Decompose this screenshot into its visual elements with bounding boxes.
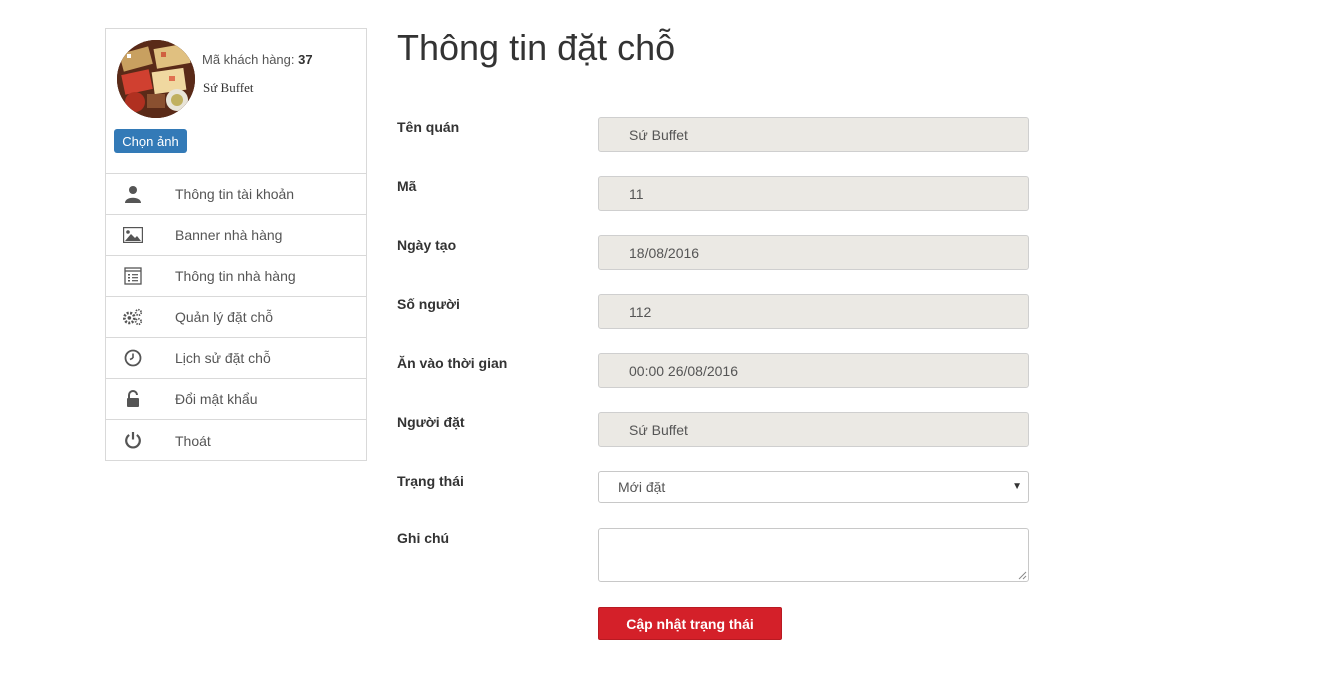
booking-code-label: Mã [397, 178, 417, 194]
chevron-down-icon: ▼ [1012, 481, 1022, 492]
created-date-field: 18/08/2016 [598, 235, 1029, 270]
sidebar-item-restaurant-banner[interactable]: Banner nhà hàng [106, 215, 366, 256]
customer-id-value: 37 [298, 52, 313, 67]
sidebar-item-booking-history[interactable]: Lịch sử đặt chỗ [106, 338, 366, 379]
customer-id-label: Mã khách hàng: [202, 52, 295, 67]
gears-icon [123, 307, 143, 327]
sidebar-item-label: Đổi mật khẩu [175, 391, 258, 407]
sidebar-item-logout[interactable]: Thoát [106, 420, 366, 461]
resize-grip-icon[interactable] [1018, 571, 1027, 580]
sidebar-item-change-password[interactable]: Đổi mật khẩu [106, 379, 366, 420]
choose-image-button[interactable]: Chọn ảnh [114, 129, 187, 153]
restaurant-name-label: Tên quán [397, 119, 460, 135]
sidebar: Mã khách hàng: 37 Sứ Buffet Chọn ảnh Thô… [105, 28, 367, 461]
sidebar-item-label: Thông tin tài khoản [175, 186, 295, 202]
update-status-button[interactable]: Cập nhật trạng thái [598, 607, 782, 640]
sidebar-item-restaurant-info[interactable]: Thông tin nhà hàng [106, 256, 366, 297]
booker-field: Sứ Buffet [598, 412, 1029, 447]
dining-time-field: 00:00 26/08/2016 [598, 353, 1029, 388]
note-label: Ghi chú [397, 530, 450, 546]
status-selected-value: Mới đặt [618, 479, 666, 495]
note-textarea[interactable] [598, 528, 1029, 582]
sidebar-menu: Thông tin tài khoản Banner nhà hàng Thôn… [106, 174, 366, 461]
avatar [117, 40, 195, 118]
sidebar-item-label: Thông tin nhà hàng [175, 268, 296, 284]
power-icon [123, 430, 143, 450]
guest-count-label: Số người [397, 296, 460, 312]
status-label: Trạng thái [397, 473, 464, 489]
image-icon [123, 225, 143, 245]
profile-panel: Mã khách hàng: 37 Sứ Buffet Chọn ảnh [106, 29, 366, 174]
sidebar-item-label: Banner nhà hàng [175, 227, 283, 243]
user-icon [123, 184, 143, 204]
sidebar-item-booking-management[interactable]: Quản lý đặt chỗ [106, 297, 366, 338]
customer-name: Sứ Buffet [203, 80, 254, 95]
page-title: Thông tin đặt chỗ [397, 27, 676, 68]
unlock-icon [123, 389, 143, 409]
guest-count-field: 112 [598, 294, 1029, 329]
clock-icon [123, 348, 143, 368]
restaurant-name-field: Sứ Buffet [598, 117, 1029, 152]
sidebar-item-label: Lịch sử đặt chỗ [175, 350, 271, 366]
customer-id: Mã khách hàng: 37 [202, 52, 313, 67]
created-date-label: Ngày tạo [397, 237, 457, 253]
sidebar-item-label: Thoát [175, 432, 211, 449]
dining-time-label: Ăn vào thời gian [397, 355, 508, 371]
status-select[interactable]: Mới đặt ▼ [598, 471, 1029, 503]
sidebar-item-account-info[interactable]: Thông tin tài khoản [106, 174, 366, 215]
booker-label: Người đặt [397, 414, 465, 430]
sidebar-item-label: Quản lý đặt chỗ [175, 309, 274, 325]
booking-code-field: 11 [598, 176, 1029, 211]
list-icon [123, 266, 143, 286]
